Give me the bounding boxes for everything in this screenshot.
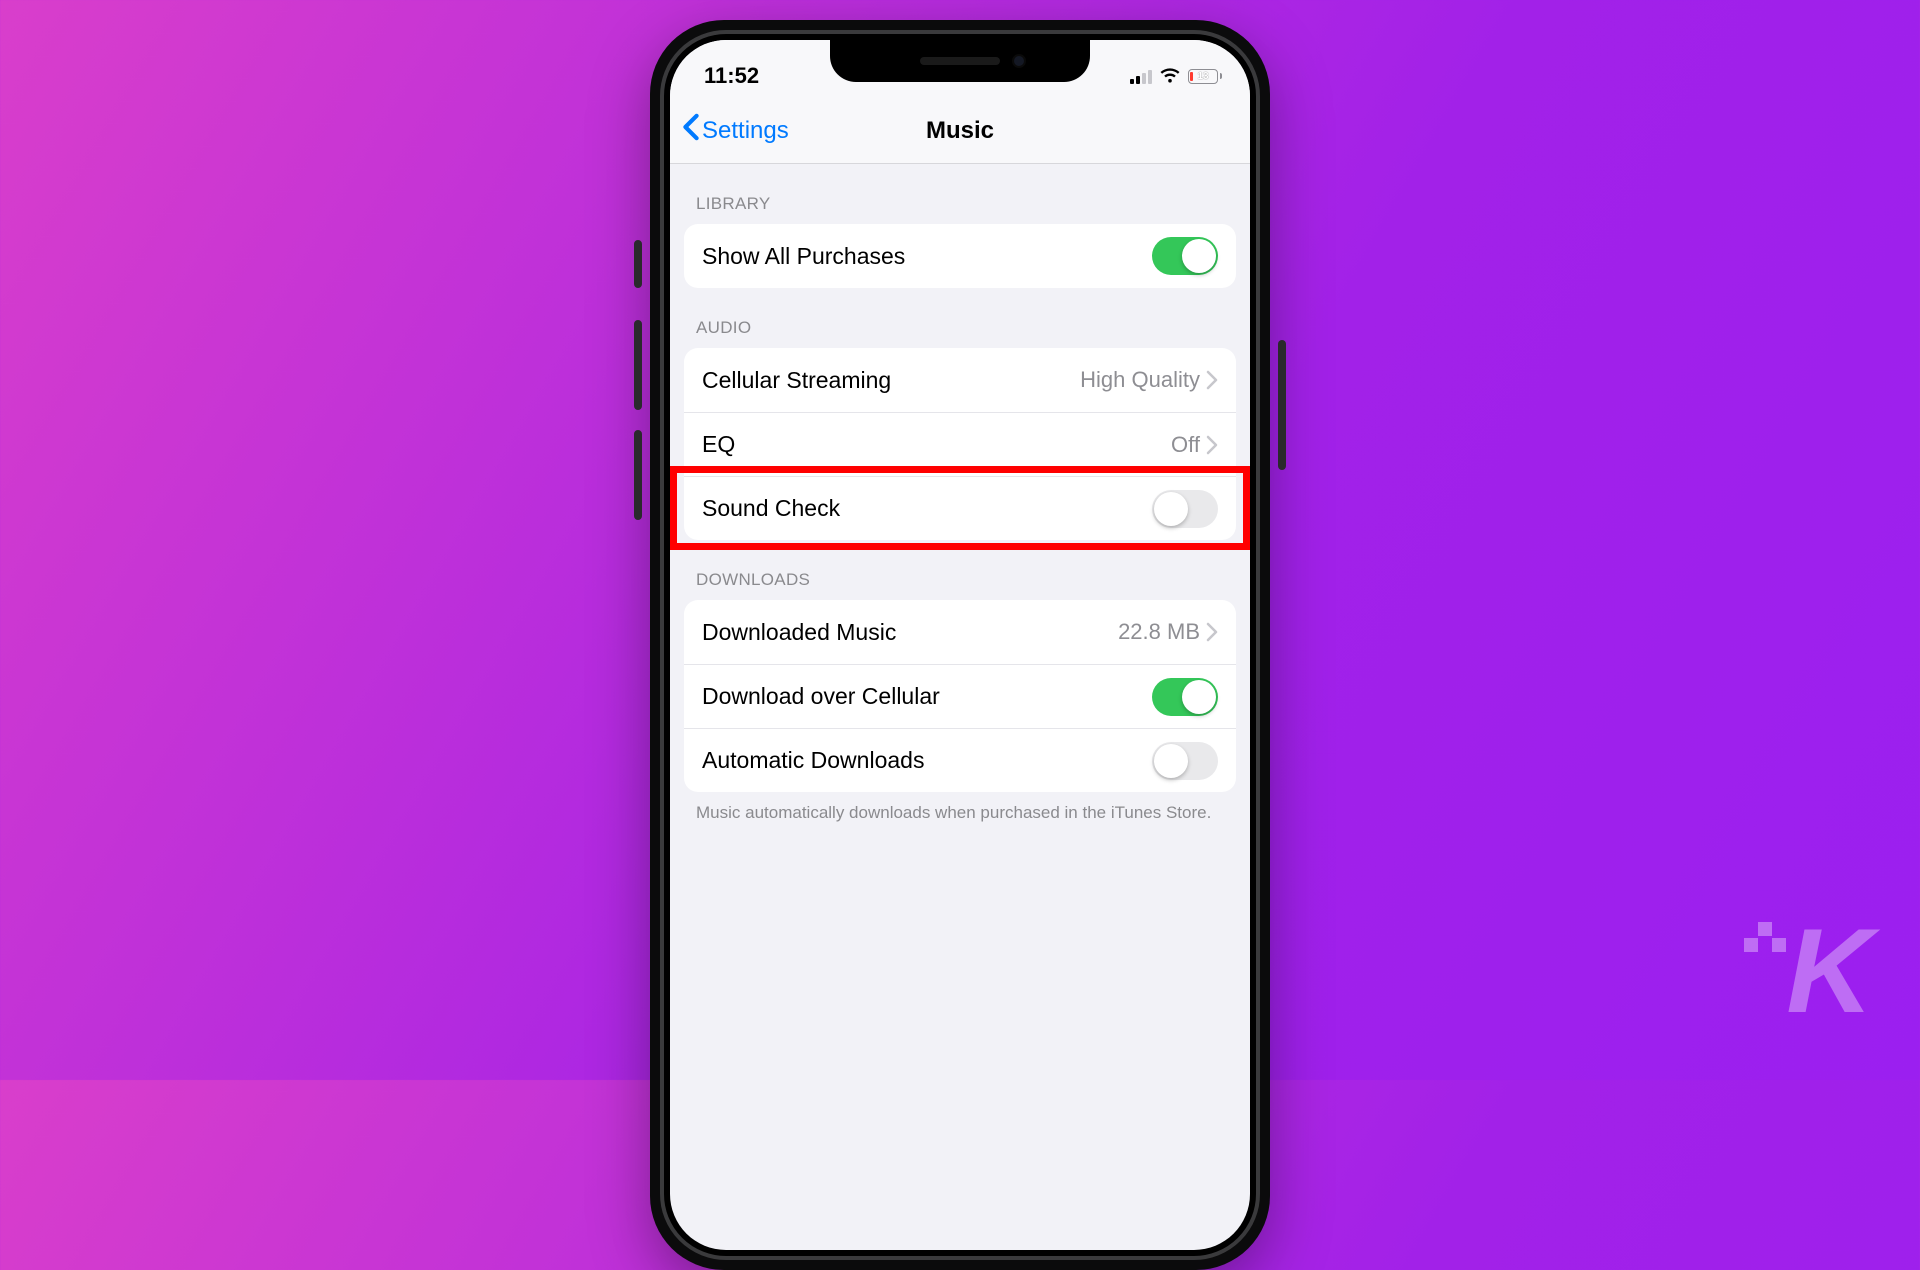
chevron-right-icon [1206, 622, 1218, 642]
phone-frame: 11:52 13 [650, 20, 1270, 1270]
downloads-footer: Music automatically downloads when purch… [670, 792, 1250, 825]
automatic-downloads-label: Automatic Downloads [702, 747, 1152, 774]
battery-percent: 13 [1189, 70, 1217, 83]
eq-value: Off [1171, 432, 1200, 458]
phone-silent-switch [634, 240, 642, 288]
download-over-cellular-toggle[interactable] [1152, 678, 1218, 716]
watermark-logo: K [1786, 902, 1865, 1040]
downloaded-music-value: 22.8 MB [1118, 619, 1200, 645]
sound-check-label: Sound Check [702, 495, 1152, 522]
sound-check-row[interactable]: Sound Check [684, 476, 1236, 540]
phone-side-button [1278, 340, 1286, 470]
section-header-audio: AUDIO [670, 288, 1250, 348]
cellular-streaming-label: Cellular Streaming [702, 367, 1080, 394]
cellular-signal-icon [1130, 68, 1152, 84]
cellular-streaming-row[interactable]: Cellular Streaming High Quality [684, 348, 1236, 412]
downloaded-music-row[interactable]: Downloaded Music 22.8 MB [684, 600, 1236, 664]
back-button[interactable]: Settings [682, 113, 789, 148]
group-audio: Cellular Streaming High Quality EQ Off S… [684, 348, 1236, 540]
download-over-cellular-row[interactable]: Download over Cellular [684, 664, 1236, 728]
chevron-left-icon [682, 113, 700, 148]
chevron-right-icon [1206, 370, 1218, 390]
status-time: 11:52 [704, 63, 759, 89]
eq-label: EQ [702, 431, 1171, 458]
group-downloads: Downloaded Music 22.8 MB Download over C… [684, 600, 1236, 792]
wifi-icon [1160, 68, 1180, 84]
automatic-downloads-row[interactable]: Automatic Downloads [684, 728, 1236, 792]
section-header-downloads: DOWNLOADS [670, 540, 1250, 600]
cellular-streaming-value: High Quality [1080, 367, 1200, 393]
battery-indicator: 13 [1188, 69, 1222, 84]
back-label: Settings [702, 117, 789, 145]
chevron-right-icon [1206, 435, 1218, 455]
phone-volume-down [634, 430, 642, 520]
automatic-downloads-toggle[interactable] [1152, 742, 1218, 780]
phone-notch [830, 40, 1090, 82]
section-header-library: LIBRARY [670, 164, 1250, 224]
sound-check-toggle[interactable] [1152, 490, 1218, 528]
downloaded-music-label: Downloaded Music [702, 619, 1118, 646]
group-library: Show All Purchases [684, 224, 1236, 288]
show-all-purchases-row[interactable]: Show All Purchases [684, 224, 1236, 288]
show-all-purchases-label: Show All Purchases [702, 243, 1152, 270]
phone-screen: 11:52 13 [670, 40, 1250, 1250]
phone-volume-up [634, 320, 642, 410]
download-over-cellular-label: Download over Cellular [702, 683, 1152, 710]
show-all-purchases-toggle[interactable] [1152, 237, 1218, 275]
navigation-bar: Settings Music [670, 98, 1250, 164]
eq-row[interactable]: EQ Off [684, 412, 1236, 476]
